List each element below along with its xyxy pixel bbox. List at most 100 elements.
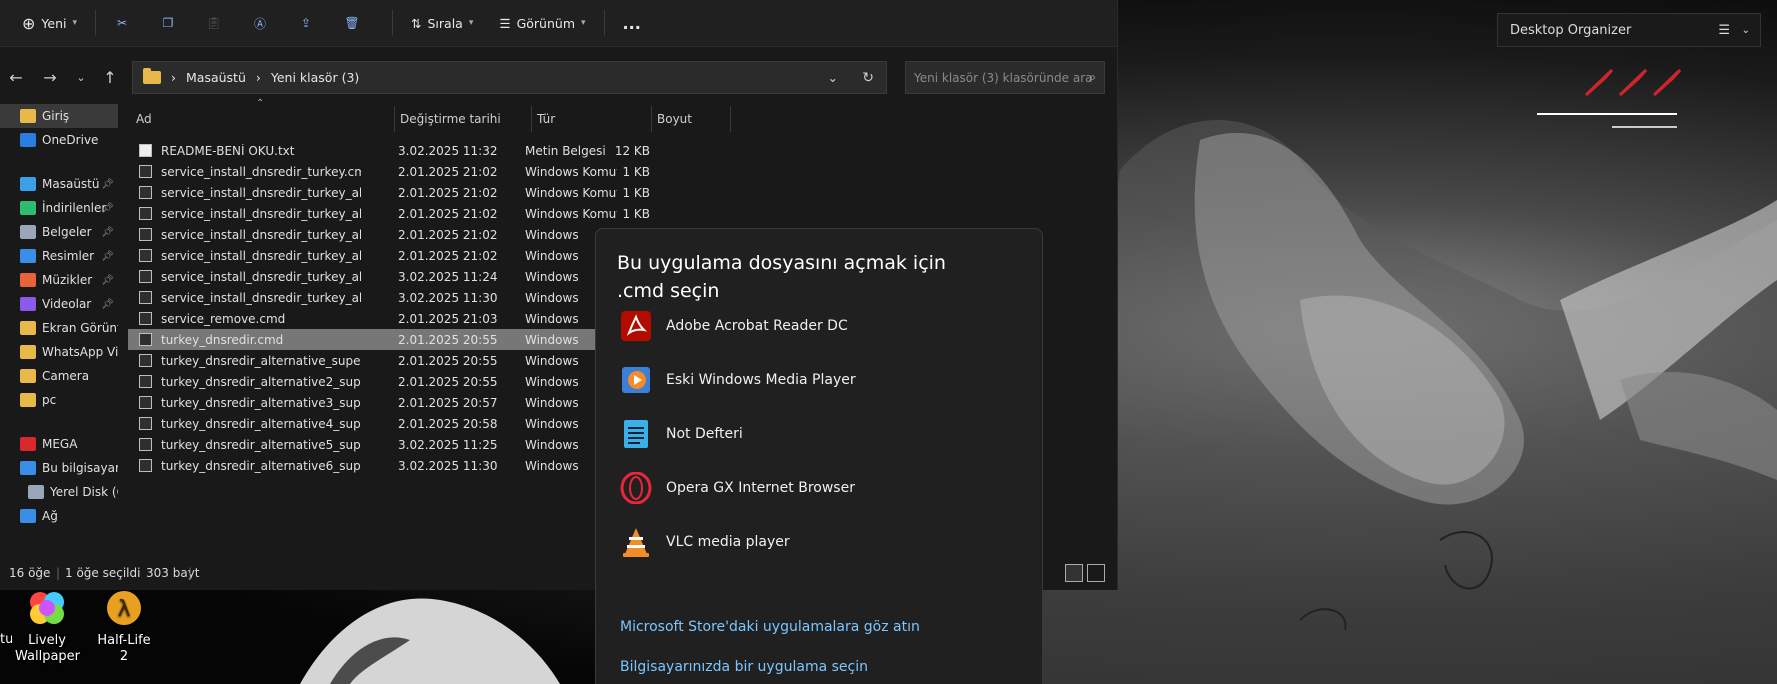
cmd-file-icon xyxy=(139,249,152,262)
pin-icon[interactable]: 📌︎ xyxy=(101,227,114,238)
sort-button[interactable]: ⇅ Sırala ▾ xyxy=(403,7,481,39)
desktop-icon-half-life-2[interactable]: λ Half-Life 2 xyxy=(92,588,156,665)
sidebar-item-icon xyxy=(20,201,36,215)
tiles-view-icon[interactable] xyxy=(1087,564,1105,582)
view-button[interactable]: ☰ Görünüm ▾ xyxy=(491,7,593,39)
breadcrumb-current[interactable]: Yeni klasör (3) xyxy=(271,70,359,85)
app-option[interactable]: Adobe Acrobat Reader DC xyxy=(596,302,1044,350)
half-life-icon: λ xyxy=(107,591,141,625)
file-date: 2.01.2025 20:55 xyxy=(398,333,498,347)
file-date: 2.01.2025 21:02 xyxy=(398,207,498,221)
chevron-down-icon: ▾ xyxy=(468,18,474,28)
column-type[interactable]: Tür xyxy=(537,112,555,126)
file-name: service_install_dnsredir_turkey_alternat… xyxy=(161,228,361,242)
sidebar-item[interactable]: OneDrive xyxy=(0,128,118,152)
sidebar-item[interactable]: MEGA xyxy=(0,432,118,456)
sidebar-item[interactable]: WhatsApp Vid xyxy=(0,340,118,364)
back-icon[interactable]: ← xyxy=(5,66,27,88)
copy-icon[interactable]: ❐ xyxy=(152,7,184,39)
file-row[interactable]: service_install_dnsredir_turkey_alternat… xyxy=(128,203,738,224)
sidebar-item[interactable]: Ekran Görüntü xyxy=(0,316,118,340)
sidebar-item[interactable]: Camera xyxy=(0,364,118,388)
sidebar-item-icon xyxy=(20,509,36,523)
sidebar-item-icon xyxy=(20,345,36,359)
file-date: 2.01.2025 21:02 xyxy=(398,249,498,263)
refresh-icon[interactable]: ↻ xyxy=(862,70,874,86)
file-row[interactable]: service_install_dnsredir_turkey_alternat… xyxy=(128,182,738,203)
forward-icon[interactable]: → xyxy=(39,66,61,88)
file-date: 2.01.2025 21:02 xyxy=(398,186,498,200)
search-input[interactable]: Yeni klasör (3) klasöründe ara ⌕ xyxy=(905,61,1105,94)
sidebar-item[interactable]: Müzikler 📌︎ xyxy=(0,268,118,292)
app-option[interactable]: Eski Windows Media Player xyxy=(596,356,1044,404)
sidebar-item[interactable]: İndirilenler 📌︎ xyxy=(0,196,118,220)
file-name: service_install_dnsredir_turkey_alternat… xyxy=(161,270,361,284)
item-count: 16 öğe xyxy=(9,566,51,580)
sidebar-item[interactable]: Giriş xyxy=(0,104,118,128)
column-date[interactable]: Değiştirme tarihi xyxy=(400,112,501,126)
sidebar-item[interactable]: Masaüstü 📌︎ xyxy=(0,172,118,196)
chevron-down-icon[interactable]: ⌄ xyxy=(1742,25,1750,36)
store-link[interactable]: Microsoft Store'daki uygulamalara göz at… xyxy=(620,619,920,635)
cmd-file-icon xyxy=(139,165,152,178)
sidebar-item-icon xyxy=(20,273,36,287)
app-option[interactable]: Not Defteri xyxy=(596,410,1044,458)
sidebar-item-icon xyxy=(20,225,36,239)
cmd-file-icon xyxy=(139,291,152,304)
new-button[interactable]: ⊕ Yeni ▾ xyxy=(14,7,85,39)
plus-icon: ⊕ xyxy=(22,13,36,33)
command-bar: ⊕ Yeni ▾ ✂ ❐ 📋︎ Ⓐ ⇪ 🗑︎ ⇅ Sırala ▾ ☰ Görü… xyxy=(0,0,1117,47)
pin-icon[interactable]: 📌︎ xyxy=(101,299,114,310)
pin-icon[interactable]: 📌︎ xyxy=(101,203,114,214)
share-icon[interactable]: ⇪ xyxy=(290,7,322,39)
sort-ascending-icon: ⌃ xyxy=(256,98,265,109)
more-options-button[interactable]: ... xyxy=(615,7,649,39)
address-bar[interactable]: › Masaüstü › Yeni klasör (3) ⌄ ↻ xyxy=(132,61,887,94)
vlc-icon xyxy=(620,526,652,558)
folder-icon xyxy=(143,68,161,84)
sidebar-item-label: pc xyxy=(42,393,57,407)
app-option[interactable]: Opera GX Internet Browser xyxy=(596,464,1044,512)
up-icon[interactable]: ↑ xyxy=(99,66,121,88)
file-name: turkey_dnsredir_alternative3_superonline… xyxy=(161,396,361,410)
cmd-file-icon xyxy=(139,459,152,472)
menu-icon[interactable]: ☰ xyxy=(1718,23,1730,38)
sidebar-item[interactable]: Resimler 📌︎ xyxy=(0,244,118,268)
sidebar-item[interactable]: pc xyxy=(0,388,118,412)
cut-icon[interactable]: ✂ xyxy=(106,7,138,39)
rename-icon[interactable]: Ⓐ xyxy=(244,7,276,39)
sidebar-item[interactable]: Ağ xyxy=(0,504,118,528)
file-size: 1 KB xyxy=(622,165,650,179)
address-dropdown-icon[interactable]: ⌄ xyxy=(828,70,838,85)
sidebar-item-label: Camera xyxy=(42,369,90,383)
desktop-organizer[interactable]: Desktop Organizer ☰ ⌄ xyxy=(1497,13,1761,47)
file-date: 3.02.2025 11:25 xyxy=(398,438,498,452)
recent-chevron-icon[interactable]: ⌄ xyxy=(70,66,92,88)
pin-icon[interactable]: 📌︎ xyxy=(101,251,114,262)
desktop-icon-partial[interactable]: tu xyxy=(0,600,12,648)
cmd-file-icon xyxy=(139,333,152,346)
sidebar-item[interactable]: Bu bilgisayar xyxy=(0,456,118,480)
column-size[interactable]: Boyut xyxy=(657,112,692,126)
sidebar-item-label: Videolar xyxy=(42,297,92,311)
delete-icon[interactable]: 🗑︎ xyxy=(336,7,368,39)
file-row[interactable]: service_install_dnsredir_turkey.cmd 2.01.… xyxy=(128,161,738,182)
file-date: 2.01.2025 21:02 xyxy=(398,228,498,242)
sidebar-item[interactable]: Videolar 📌︎ xyxy=(0,292,118,316)
details-view-icon[interactable] xyxy=(1065,564,1083,582)
local-app-link[interactable]: Bilgisayarınızda bir uygulama seçin xyxy=(620,659,868,675)
app-option[interactable]: VLC media player xyxy=(596,518,1044,566)
sidebar-item[interactable]: Belgeler 📌︎ xyxy=(0,220,118,244)
paste-icon[interactable]: 📋︎ xyxy=(198,7,230,39)
file-name: turkey_dnsredir_alternative6_superonline… xyxy=(161,459,361,473)
sidebar-item[interactable]: Yerel Disk (C xyxy=(0,480,118,504)
pin-icon[interactable]: 📌︎ xyxy=(101,179,114,190)
file-row[interactable]: README-BENİ OKU.txt 3.02.2025 11:32 Metin … xyxy=(128,140,738,161)
desktop-icon-lively-wallpaper[interactable]: Lively Wallpaper xyxy=(15,588,80,665)
file-date: 3.02.2025 11:24 xyxy=(398,270,498,284)
file-size: 1 KB xyxy=(622,186,650,200)
sidebar-item-icon xyxy=(20,249,36,263)
breadcrumb-masaustu[interactable]: Masaüstü xyxy=(186,70,246,85)
column-name[interactable]: Ad xyxy=(136,112,152,126)
pin-icon[interactable]: 📌︎ xyxy=(101,275,114,286)
